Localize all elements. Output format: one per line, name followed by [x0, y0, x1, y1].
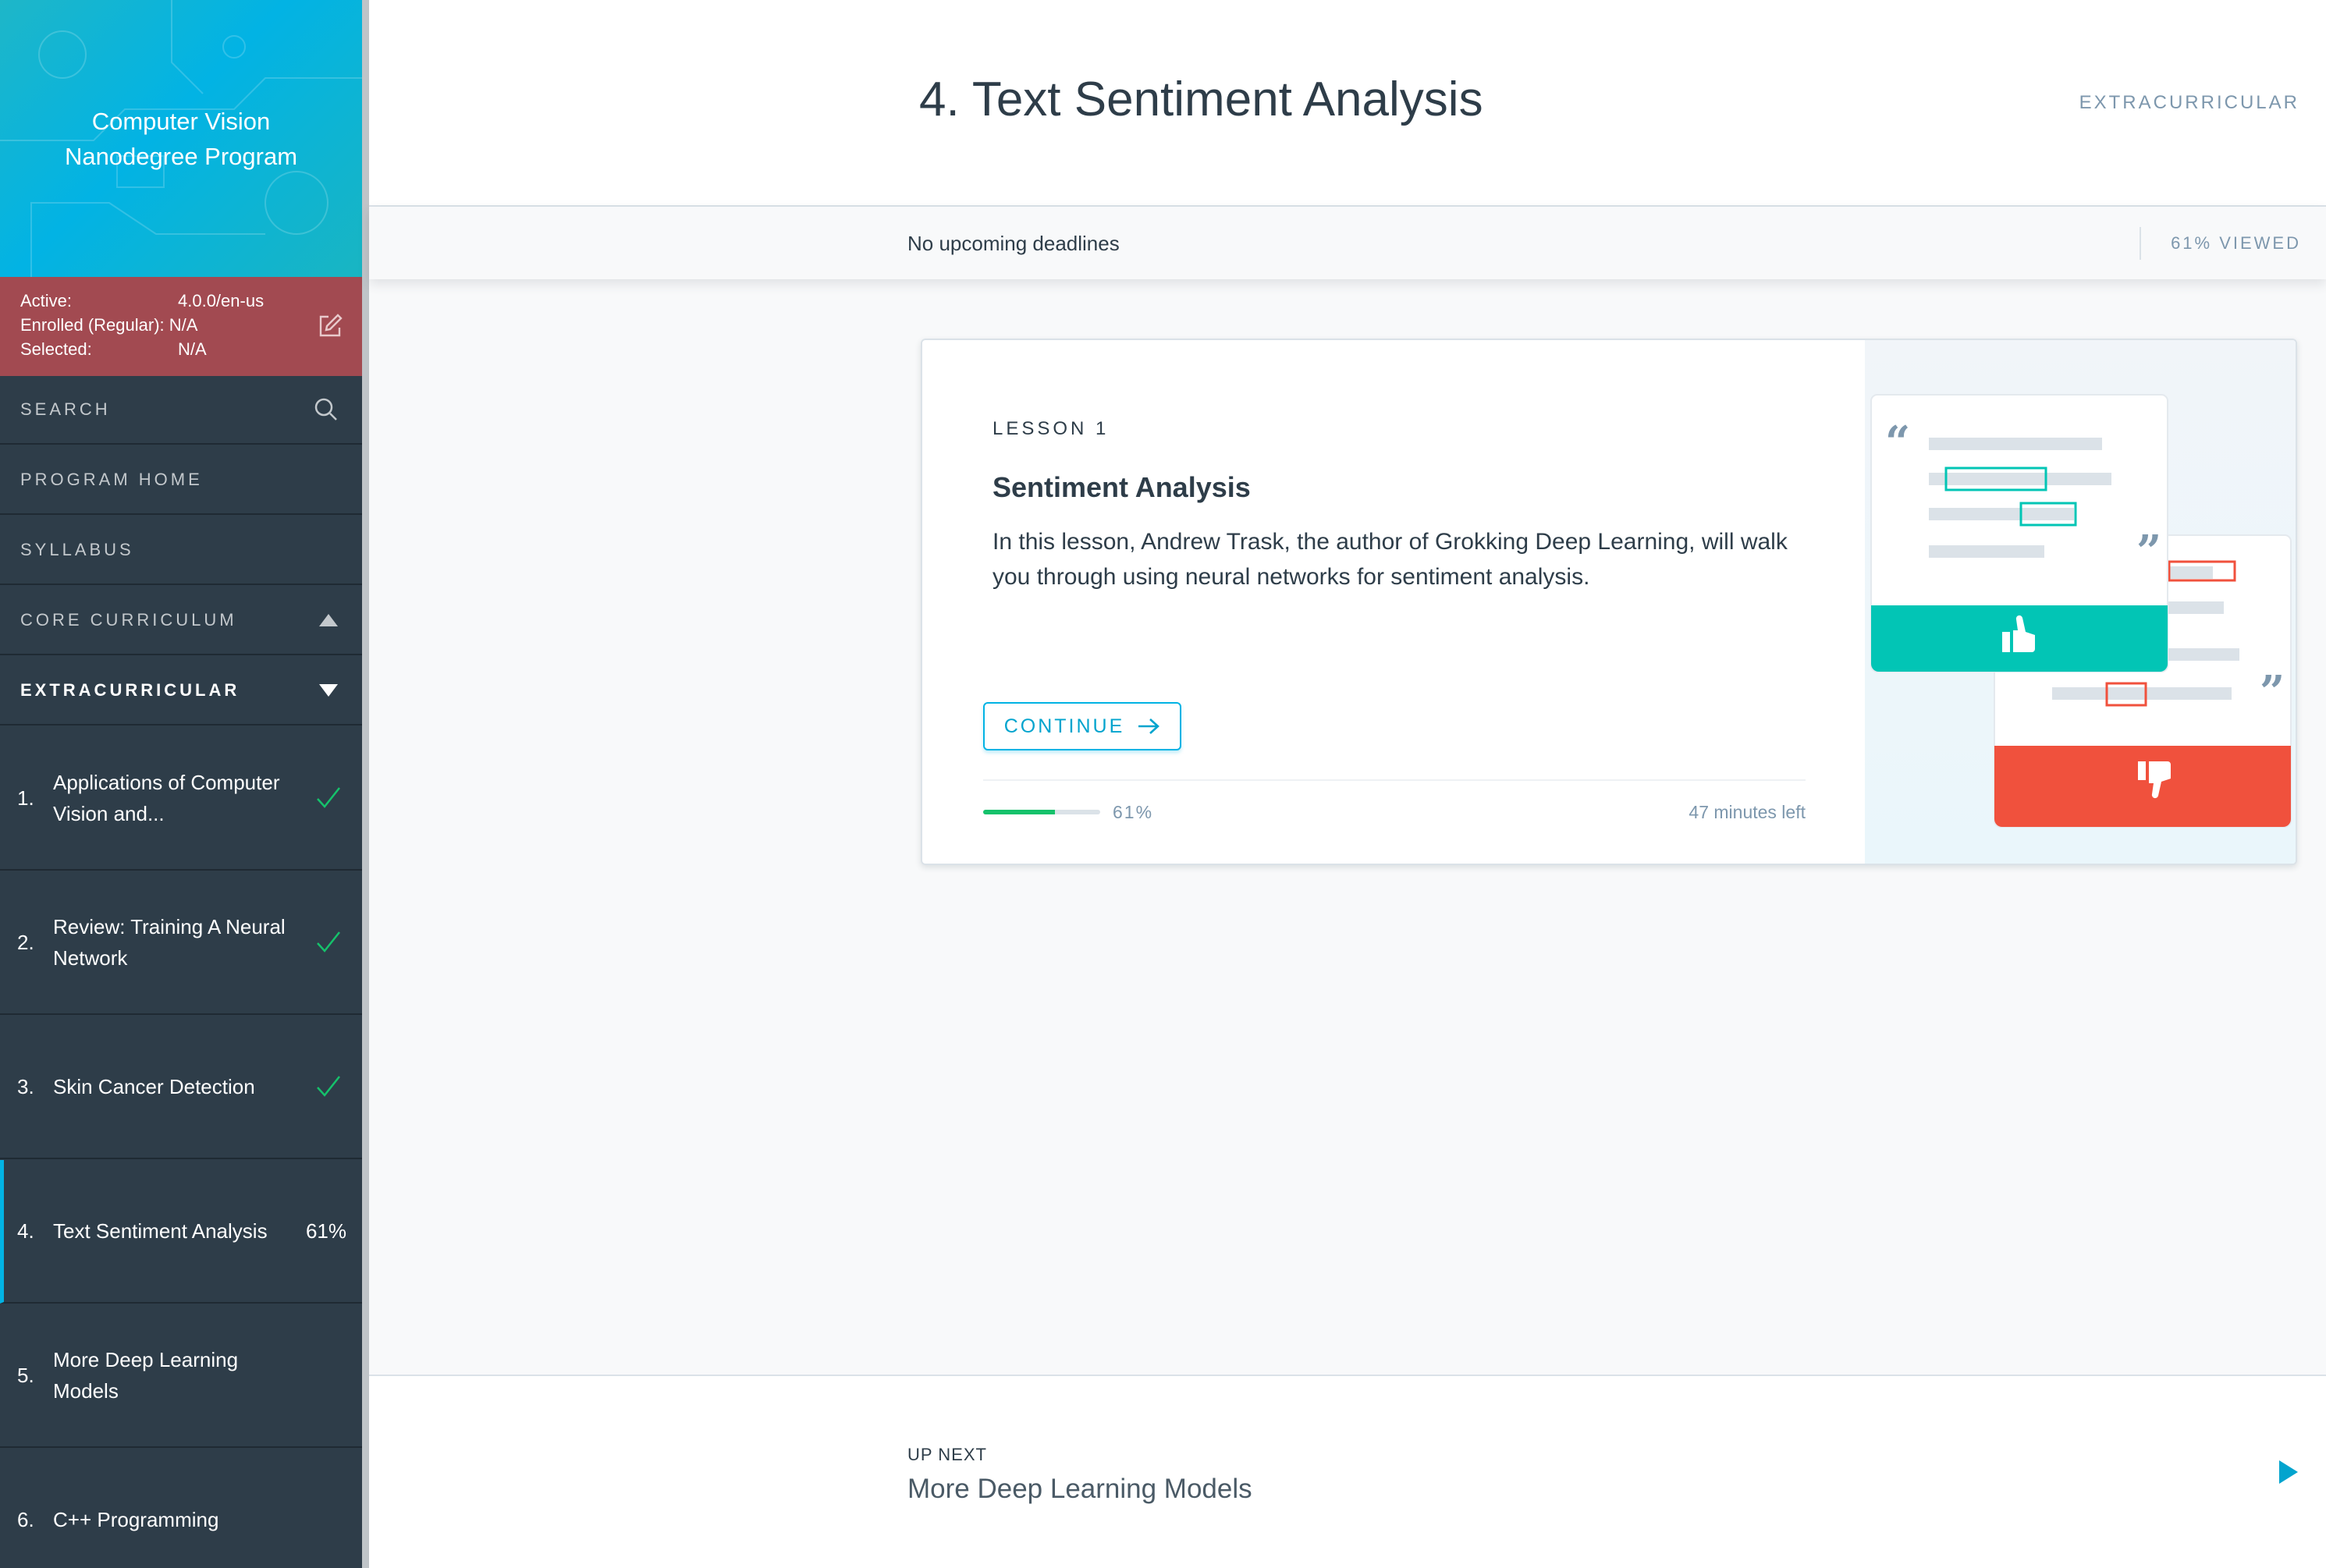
version-active-value: 4.0.0/en-us: [178, 291, 265, 310]
lesson-card-title: Sentiment Analysis: [993, 471, 1251, 503]
caret-down-icon: [319, 684, 338, 697]
version-active-row: Active: 4.0.0/en-us: [20, 289, 264, 313]
caret-up-icon: [319, 614, 338, 626]
svg-text:“: “: [1885, 417, 1910, 468]
lesson-number: 4.: [17, 1219, 34, 1243]
sidebar-item-core-curriculum[interactable]: CORE CURRICULUM: [0, 587, 362, 655]
divider: [2140, 227, 2141, 260]
lesson-title: C++ Programming: [53, 1508, 219, 1531]
sidebar-search[interactable]: SEARCH: [0, 376, 362, 445]
section-tag: EXTRACURRICULAR: [2079, 92, 2299, 113]
version-selected-label: Selected:: [20, 339, 92, 359]
sidebar-item-label: PROGRAM HOME: [20, 470, 203, 489]
sidebar-item-program-home[interactable]: PROGRAM HOME: [0, 446, 362, 515]
lesson-number: 1.: [17, 786, 34, 810]
lesson-number: 6.: [17, 1508, 34, 1531]
lesson-number: 2.: [17, 931, 34, 954]
sidebar-item-extracurricular[interactable]: EXTRACURRICULAR: [0, 657, 362, 725]
version-selected-value: N/A: [178, 339, 207, 359]
sidebar-item-syllabus[interactable]: SYLLABUS: [0, 516, 362, 585]
deadlines-text: No upcoming deadlines: [907, 232, 1120, 255]
divider: [983, 779, 1806, 781]
lesson-progress-percent: 61%: [1113, 802, 1154, 822]
lesson-number: 5.: [17, 1364, 34, 1387]
program-title: Computer Vision Nanodegree Program: [65, 104, 297, 174]
version-enrolled-value: N/A: [169, 315, 198, 335]
lesson-title: Text Sentiment Analysis: [53, 1219, 268, 1243]
svg-text:”: ”: [2260, 666, 2285, 718]
positive-review-card: “ ”: [1870, 394, 2168, 672]
sidebar-lesson-1[interactable]: 1. Applications of Computer Vision and..…: [0, 727, 362, 871]
sidebar-search-label: SEARCH: [20, 399, 111, 419]
lesson-progress-fill: [983, 810, 1055, 814]
version-enrolled-label: Enrolled (Regular):: [20, 315, 165, 335]
check-icon: [317, 1076, 340, 1097]
sidebar-lesson-2[interactable]: 2. Review: Training A Neural Network: [0, 871, 362, 1015]
program-title-line1: Computer Vision: [91, 107, 271, 135]
sentiment-cards-illustration: ” “ ”: [1870, 394, 2292, 828]
svg-text:”: ”: [2136, 526, 2161, 577]
play-triangle-icon[interactable]: [2278, 1459, 2299, 1485]
check-icon: [317, 931, 340, 953]
up-next-panel[interactable]: UP NEXT More Deep Learning Models: [369, 1375, 2326, 1568]
version-enrolled-row: Enrolled (Regular): N/A: [20, 314, 197, 337]
continue-button-label: CONTINUE: [1003, 715, 1125, 737]
version-active-label: Active:: [20, 291, 73, 310]
lesson-card: LESSON 1 Sentiment Analysis In this less…: [921, 339, 2297, 865]
page-title: 4. Text Sentiment Analysis: [919, 73, 1483, 126]
up-next-title[interactable]: More Deep Learning Models: [907, 1474, 1252, 1505]
lesson-number: 3.: [17, 1075, 34, 1098]
sidebar: Computer Vision Nanodegree Program Activ…: [0, 0, 362, 1568]
sidebar-scrollbar[interactable]: [362, 0, 369, 1568]
lesson-title: Skin Cancer Detection: [53, 1075, 255, 1098]
sidebar-item-label: EXTRACURRICULAR: [20, 680, 240, 700]
lesson-title: More Deep Learning Models: [53, 1348, 239, 1403]
lesson-progress-bar: [983, 810, 1100, 814]
lesson-description: In this lesson, Andrew Trask, the author…: [993, 529, 1788, 590]
sentiment-illustration: ” “ ”: [1865, 340, 2296, 864]
sidebar-lesson-3[interactable]: 3. Skin Cancer Detection: [0, 1016, 362, 1159]
lesson-title: Review: Training A Neural Network: [53, 915, 286, 970]
sidebar-item-label: SYLLABUS: [20, 540, 134, 559]
edit-icon[interactable]: [316, 312, 344, 340]
page-header: 4. Text Sentiment Analysis EXTRACURRICUL…: [369, 0, 2326, 207]
time-left: 47 minutes left: [1689, 802, 1806, 822]
sidebar-lesson-4[interactable]: 4. Text Sentiment Analysis 61%: [0, 1160, 362, 1304]
check-icon: [317, 787, 340, 808]
sidebar-lesson-6[interactable]: 6. C++ Programming: [0, 1449, 362, 1568]
arrow-right-icon: [1138, 718, 1160, 734]
search-icon: [314, 398, 337, 420]
lesson-title: Applications of Computer Vision and...: [53, 771, 280, 825]
lesson-progress: 61%: [305, 1219, 346, 1243]
lesson-card-body: LESSON 1 Sentiment Analysis In this less…: [922, 340, 1865, 864]
version-selected-row: Selected: N/A: [20, 338, 207, 361]
up-next-kicker: UP NEXT: [907, 1445, 987, 1464]
lesson-kicker: LESSON 1: [993, 418, 1110, 439]
sidebar-item-label: CORE CURRICULUM: [20, 610, 237, 630]
sidebar-lesson-5[interactable]: 5. More Deep Learning Models: [0, 1304, 362, 1448]
continue-button[interactable]: CONTINUE: [983, 702, 1181, 750]
viewed-progress: 61% VIEWED: [2171, 233, 2301, 253]
program-brand-banner[interactable]: Computer Vision Nanodegree Program: [0, 0, 362, 277]
version-info-panel: Active: 4.0.0/en-us Enrolled (Regular): N…: [0, 277, 362, 376]
program-title-line2: Nanodegree Program: [64, 142, 298, 170]
status-bar: No upcoming deadlines 61% VIEWED: [369, 207, 2326, 279]
